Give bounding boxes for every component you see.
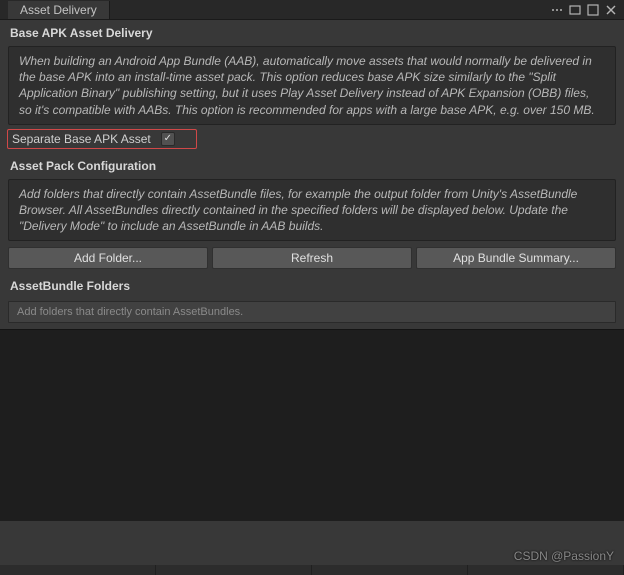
asset-pack-header: Asset Pack Configuration	[0, 153, 624, 177]
assetbundle-folders-header: AssetBundle Folders	[0, 273, 624, 297]
base-apk-help: When building an Android App Bundle (AAB…	[8, 46, 616, 125]
tab-bar: Asset Delivery	[0, 0, 624, 20]
tab-label: Asset Delivery	[20, 3, 97, 17]
close-icon[interactable]	[604, 3, 618, 17]
window-controls	[550, 3, 624, 17]
panel-content: Base APK Asset Delivery When building an…	[0, 20, 624, 521]
refresh-button[interactable]: Refresh	[212, 247, 412, 269]
separate-base-apk-row[interactable]: Separate Base APK Asset ✓	[7, 129, 617, 149]
folders-list-area	[0, 329, 624, 521]
dock-icon[interactable]	[568, 3, 582, 17]
highlight-annotation	[7, 129, 197, 149]
asset-pack-help: Add folders that directly contain AssetB…	[8, 179, 616, 242]
watermark: CSDN @PassionY	[514, 549, 614, 563]
add-folder-button[interactable]: Add Folder...	[8, 247, 208, 269]
maximize-icon[interactable]	[586, 3, 600, 17]
status-bar	[0, 565, 624, 575]
app-bundle-summary-button[interactable]: App Bundle Summary...	[416, 247, 616, 269]
tab-asset-delivery[interactable]: Asset Delivery	[8, 1, 110, 19]
folders-hint: Add folders that directly contain AssetB…	[8, 301, 616, 323]
base-apk-header: Base APK Asset Delivery	[0, 20, 624, 44]
button-row: Add Folder... Refresh App Bundle Summary…	[0, 243, 624, 273]
menu-dots-icon[interactable]	[550, 3, 564, 17]
